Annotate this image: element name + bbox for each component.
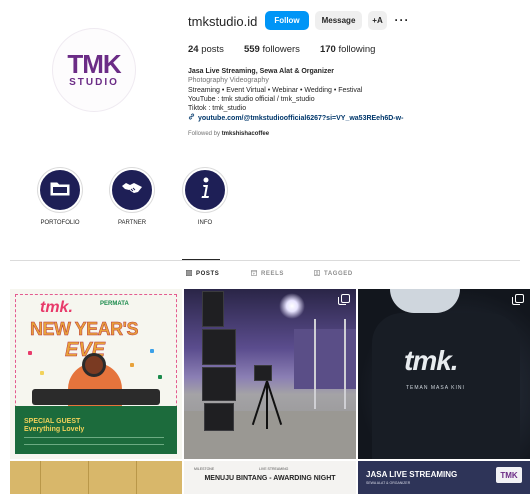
highlight-portofolio[interactable]: PORTOFOLIO [30, 168, 90, 226]
stage-truss [314, 319, 316, 409]
speaker-stack [202, 291, 224, 327]
post-stripe [88, 461, 89, 494]
tab-label: REELS [261, 271, 285, 277]
posts-count: 24 [188, 44, 199, 55]
following-stat[interactable]: 170 following [320, 44, 375, 55]
profile-avatar[interactable]: TMK STUDIO [52, 28, 136, 112]
followers-count: 559 [243, 44, 260, 55]
stage-truss [344, 319, 346, 409]
highlight-label: PARTNER [117, 220, 147, 226]
flyer-special-guest: SPECIAL GUEST [24, 418, 81, 425]
speaker-stack [204, 403, 234, 431]
post-header-label: LIVE STREAMING [259, 467, 289, 471]
post-stripe [136, 461, 137, 494]
confetti [28, 351, 32, 355]
highlight-label: PORTOFOLIO [40, 220, 80, 226]
avatar-logo: TMK [67, 51, 121, 77]
follow-button[interactable]: Follow [265, 11, 309, 30]
jacket-tagline: TEMAN MASA KINI [406, 385, 465, 391]
carousel-icon [338, 294, 350, 305]
followers-stat[interactable]: 559 followers [244, 44, 300, 55]
flyer-dj-deck [32, 389, 160, 405]
tab-reels[interactable]: REELS [250, 269, 285, 278]
post-tile[interactable]: tmk. PERMATA NEW YEAR'S EVE SPECIAL GUES… [10, 289, 182, 459]
tab-posts[interactable]: POSTS [185, 269, 220, 278]
following-count: 170 [319, 44, 336, 55]
tripod-leg [266, 381, 268, 429]
flyer-guest-name: Everything Lovely [24, 426, 85, 433]
reels-icon [250, 269, 258, 278]
suggest-accounts-button[interactable]: +A [368, 11, 387, 30]
post-title: MENUJU BINTANG - AWARDING NIGHT [204, 475, 336, 482]
post-tile[interactable]: MILESTONE LIVE STREAMING MENUJU BINTANG … [184, 461, 356, 494]
speaker-stack [202, 367, 236, 401]
message-button[interactable]: Message [315, 11, 362, 30]
bio-line-1: Streaming • Event Virtual • Webinar • We… [188, 86, 363, 94]
highlight-circle [183, 168, 227, 212]
stage-light [279, 293, 305, 319]
profile-username: tmkstudio.id [188, 14, 258, 29]
followed-by-prefix: Followed by [188, 130, 221, 137]
post-tile[interactable] [184, 289, 356, 459]
highlight-circle [110, 168, 154, 212]
posts-stat: 24 posts [188, 44, 224, 55]
info-icon [199, 177, 211, 204]
bio-line-2: YouTube : tmk studio official / tmk_stud… [188, 95, 315, 103]
post-tile[interactable]: tmk. TEMAN MASA KINI [358, 289, 530, 459]
flyer-brand: tmk. [40, 299, 73, 316]
tab-label: TAGGED [324, 271, 353, 277]
post-header-label: MILESTONE [194, 467, 215, 471]
highlight-label: INFO [197, 220, 213, 226]
confetti [130, 363, 134, 367]
tabs-divider [10, 260, 520, 261]
avatar: TMK STUDIO [52, 28, 136, 112]
flyer-dj-head [82, 353, 106, 377]
speaker-stack [202, 329, 236, 365]
followed-by[interactable]: Followed by tmkshishacoffee [188, 130, 508, 139]
stage-tent [294, 329, 356, 389]
post-tile[interactable]: JASA LIVE STREAMING SEWA ALAT & ORGANIZE… [358, 461, 530, 494]
more-dots-icon: ··· [394, 12, 410, 27]
link-icon [188, 113, 195, 123]
avatar-logo-subtext: STUDIO [69, 76, 119, 88]
post-subtitle: SEWA ALAT & ORGANIZER [366, 481, 411, 485]
flyer-details [24, 437, 164, 445]
highlight-circle [38, 168, 82, 212]
grid-icon [185, 269, 193, 278]
highlight-info[interactable]: INFO [175, 168, 235, 226]
handshake-icon [121, 180, 143, 201]
highlight-partner[interactable]: PARTNER [102, 168, 162, 226]
tab-label: POSTS [196, 271, 220, 277]
post-stripe [40, 461, 41, 494]
tab-tagged[interactable]: TAGGED [313, 269, 353, 278]
posts-label: posts [201, 44, 224, 55]
active-tab-indicator [182, 259, 220, 260]
more-options-button[interactable]: ··· [392, 10, 412, 29]
flyer-title: NEW YEAR'S [30, 319, 139, 340]
bio-line-3: Tiktok : tmk_studio [188, 105, 247, 113]
tagged-icon [313, 269, 321, 278]
followed-by-user: tmkshishacoffee [221, 130, 270, 137]
avatar-logo-text: TMK [67, 48, 121, 79]
post-title: JASA LIVE STREAMING [366, 470, 458, 479]
bio-link-text: youtube.com/@tmkstudioofficial6267?si=VY… [198, 114, 404, 122]
post-logo: TMK [496, 467, 522, 483]
followers-label: followers [262, 44, 300, 55]
confetti [40, 371, 44, 375]
profile-bio: Jasa Live Streaming, Sewa Alat & Organiz… [188, 67, 508, 139]
following-label: following [338, 44, 376, 55]
folder-icon [50, 180, 70, 201]
flyer-venue: PERMATA [100, 301, 129, 307]
confetti [158, 375, 162, 379]
stage-monitor [254, 365, 272, 381]
add-person-icon: +A [372, 16, 383, 25]
bio-link[interactable]: youtube.com/@tmkstudioofficial6267?si=VY… [188, 113, 508, 123]
bio-name: Jasa Live Streaming, Sewa Alat & Organiz… [188, 68, 335, 75]
carousel-icon [512, 294, 524, 305]
confetti [150, 349, 154, 353]
bio-category: Photography Videography [188, 77, 269, 85]
profile-stats: 24 posts 559 followers 170 following [188, 44, 375, 55]
jacket-logo: tmk. [404, 345, 459, 376]
post-tile[interactable] [10, 461, 182, 494]
